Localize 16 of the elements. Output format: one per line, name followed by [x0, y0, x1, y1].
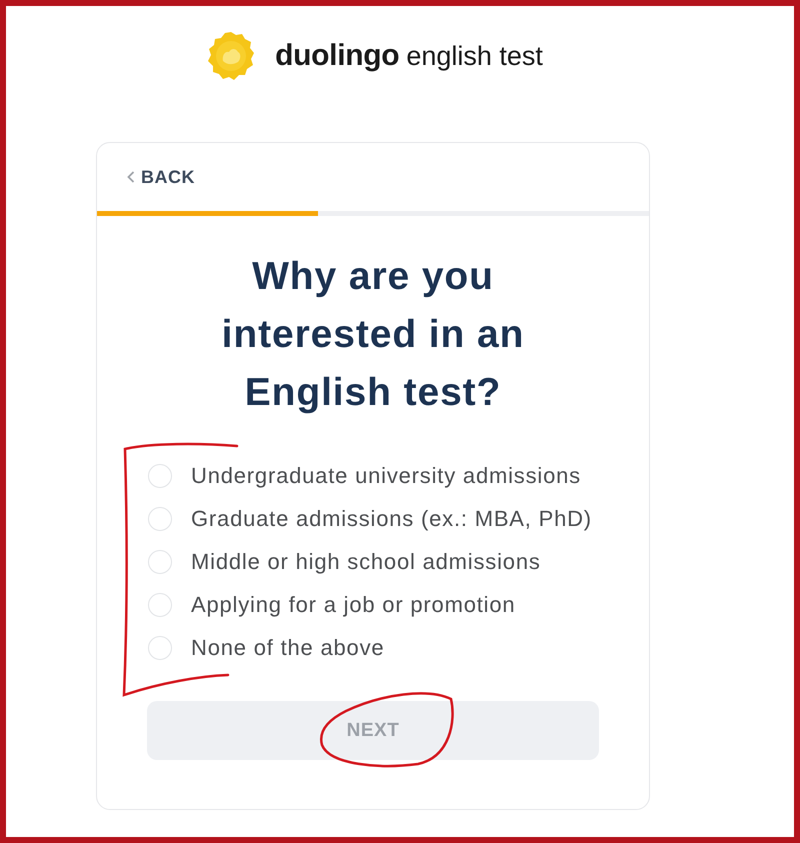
- question-heading: Why are you interested in an English test?: [220, 254, 526, 416]
- radio-button[interactable]: [148, 506, 172, 530]
- back-button[interactable]: BACK: [127, 166, 195, 188]
- radio-button[interactable]: [148, 464, 172, 488]
- brand-name: duolingo: [275, 39, 400, 73]
- radio-button[interactable]: [148, 550, 172, 574]
- option-label[interactable]: Graduate admissions (ex.: MBA, PhD): [191, 506, 592, 532]
- option-label[interactable]: Undergraduate university admissions: [191, 462, 581, 488]
- chevron-left-icon: [127, 171, 135, 183]
- radio-button[interactable]: [148, 636, 172, 660]
- option-label[interactable]: Applying for a job or promotion: [191, 592, 516, 618]
- product-name: english test: [406, 40, 543, 72]
- option-label[interactable]: Middle or high school admissions: [191, 548, 541, 574]
- radio-button[interactable]: [148, 592, 172, 616]
- option-label[interactable]: None of the above: [191, 634, 384, 660]
- logo-icon: [207, 31, 256, 81]
